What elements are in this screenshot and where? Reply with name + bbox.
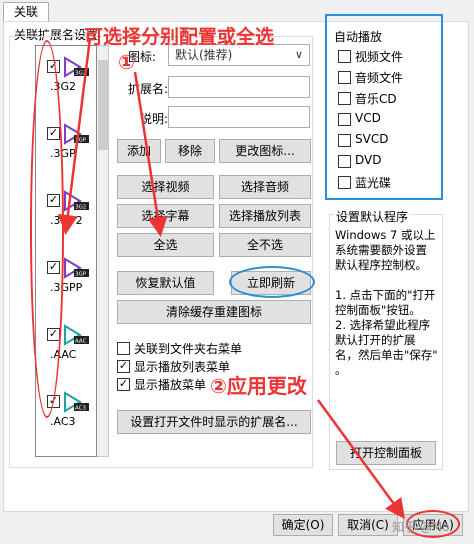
- annotation-arrows: [57, 37, 405, 520]
- arrow-to-list: [57, 37, 92, 235]
- arrow-to-apply: [316, 399, 405, 520]
- arrow-to-select-all: [133, 71, 168, 237]
